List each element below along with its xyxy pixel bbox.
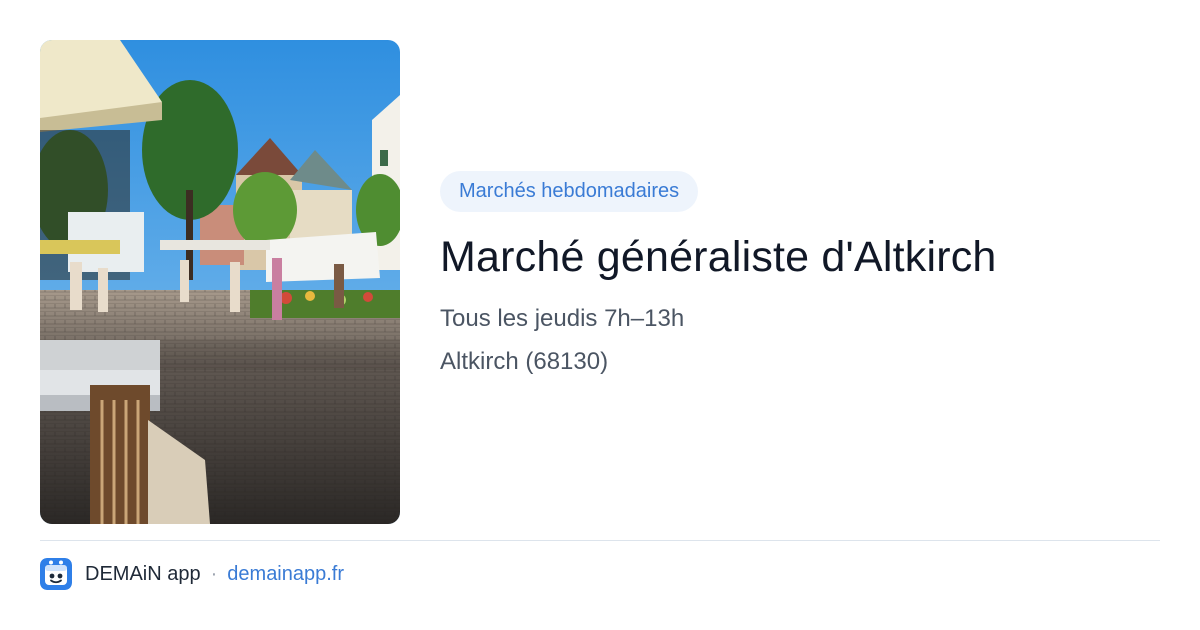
market-title: Marché généraliste d'Altkirch [440,233,997,281]
footer-divider [40,540,1160,541]
category-tag[interactable]: Marchés hebdomadaires [440,171,699,212]
demain-app-icon [40,558,72,590]
market-schedule: Tous les jeudis 7h–13h [440,305,685,332]
app-url-link[interactable]: demainapp.fr [227,563,344,586]
market-location: Altkirch (68130) [440,348,609,375]
app-name: DEMAiN app [85,562,201,585]
footer-separator: · [210,562,218,585]
market-info: Marchés hebdomadaires Marché généraliste… [440,171,1160,376]
footer: DEMAiN app · demainapp.fr [40,558,344,590]
market-photo [40,40,400,524]
